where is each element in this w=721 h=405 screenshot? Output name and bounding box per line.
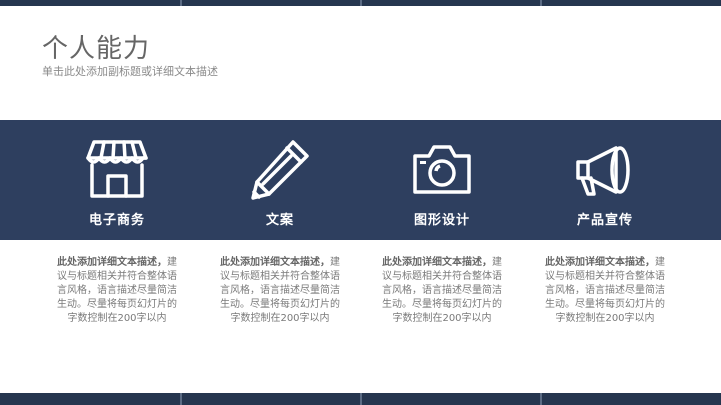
description-lead: 此处添加详细文本描述， [220, 257, 330, 268]
feature-graphic-design: 图形设计 [362, 120, 522, 240]
bottom-bar-divider [180, 393, 182, 405]
megaphone-icon [576, 146, 630, 196]
feature-description: 此处添加详细文本描述，建议与标题相关并符合整体语言风格，语言描述尽量简洁生动。尽… [53, 256, 181, 326]
feature-description: 此处添加详细文本描述，建议与标题相关并符合整体语言风格，语言描述尽量简洁生动。尽… [541, 256, 669, 326]
feature-label: 图形设计 [413, 213, 470, 228]
feature-label: 文案 [265, 213, 294, 228]
feature-promotion: 产品宣传 [525, 120, 685, 240]
feature-label: 电子商务 [88, 213, 145, 228]
shop-icon [86, 140, 148, 198]
description-lead: 此处添加详细文本描述， [545, 257, 655, 268]
feature-description: 此处添加详细文本描述，建议与标题相关并符合整体语言风格，语言描述尽量简洁生动。尽… [378, 256, 506, 326]
bottom-bar-divider [540, 393, 542, 405]
page-title: 个人能力 [42, 34, 151, 64]
description-lead: 此处添加详细文本描述， [57, 257, 167, 268]
pencil-icon [251, 140, 309, 200]
bottom-bar-divider [360, 393, 362, 405]
top-bar-divider [180, 0, 182, 6]
feature-description: 此处添加详细文本描述，建议与标题相关并符合整体语言风格，语言描述尽量简洁生动。尽… [216, 256, 344, 326]
top-bar-divider [540, 0, 542, 6]
bottom-accent-bar [0, 393, 721, 405]
description-lead: 此处添加详细文本描述， [382, 257, 492, 268]
top-accent-bar [0, 0, 721, 6]
feature-ecommerce: 电子商务 [37, 120, 197, 240]
camera-icon [413, 145, 471, 194]
feature-label: 产品宣传 [576, 213, 633, 228]
top-bar-divider [360, 0, 362, 6]
feature-band: 电子商务 文案 图形设计 产品宣传 [0, 120, 721, 240]
page-subtitle: 单击此处添加副标题或详细文本描述 [42, 65, 218, 78]
feature-copywriting: 文案 [200, 120, 360, 240]
